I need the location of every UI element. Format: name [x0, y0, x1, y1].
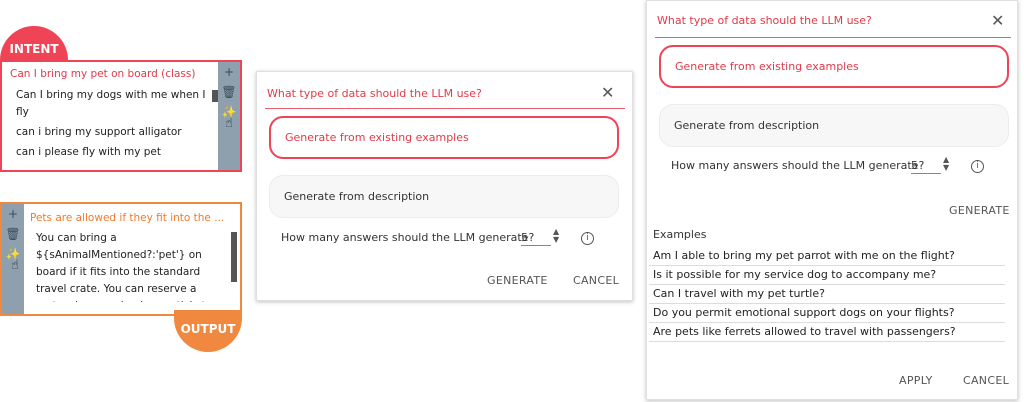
output-card: + 🗑 ✨ ☝ Pets are allowed if they fit int… [0, 202, 242, 316]
generate-button[interactable]: GENERATE [949, 204, 1010, 217]
info-icon[interactable]: i [581, 232, 594, 245]
intent-badge-label: INTENT [9, 42, 59, 56]
example-row[interactable]: Do you permit emotional support dogs on … [649, 304, 1005, 323]
count-label: How many answers should the LLM generate… [281, 231, 535, 244]
count-label: How many answers should the LLM generate… [671, 159, 925, 172]
intent-example[interactable]: can i bring my support alligator [16, 124, 206, 141]
trash-icon[interactable]: 🗑 [218, 82, 240, 102]
close-icon[interactable]: ✕ [601, 83, 614, 102]
option-existing-examples[interactable]: Generate from existing examples [659, 45, 1009, 88]
intent-example[interactable]: Can I bring my dogs with me when I fly [16, 87, 206, 121]
count-stepper[interactable]: ▲ ▼ [943, 156, 949, 172]
count-input[interactable]: 5 [911, 159, 941, 174]
apply-button[interactable]: APPLY [899, 374, 933, 387]
cancel-button[interactable]: CANCEL [573, 274, 619, 287]
option-existing-examples-label: Generate from existing examples [285, 131, 469, 144]
cursor-hand-icon: ☝ [225, 116, 233, 131]
option-existing-examples[interactable]: Generate from existing examples [269, 116, 619, 159]
output-badge-label: OUTPUT [180, 322, 236, 336]
llm-data-dialog: What type of data should the LLM use? ✕ … [256, 71, 633, 301]
dialog-title: What type of data should the LLM use? [657, 14, 872, 27]
title-divider [655, 37, 1011, 38]
llm-data-dialog-expanded: What type of data should the LLM use? ✕ … [646, 0, 1018, 400]
option-existing-examples-label: Generate from existing examples [675, 60, 859, 73]
count-input[interactable]: 5 [521, 231, 551, 246]
example-row[interactable]: Can I travel with my pet turtle? [649, 285, 1005, 304]
dialog-title: What type of data should the LLM use? [267, 87, 482, 100]
close-icon[interactable]: ✕ [991, 11, 1004, 30]
example-row[interactable]: Is it possible for my service dog to acc… [649, 266, 1005, 285]
output-badge: OUTPUT [174, 310, 242, 352]
title-divider [265, 108, 625, 109]
info-icon[interactable]: i [971, 160, 984, 173]
option-description[interactable]: Generate from description [659, 104, 1009, 147]
intent-examples-list: Can I bring my dogs with me when I fly c… [16, 87, 206, 164]
generate-button[interactable]: GENERATE [487, 274, 548, 287]
trash-icon[interactable]: 🗑 [2, 224, 24, 244]
output-text[interactable]: You can bring a ${sAnimalMentioned?:'pet… [36, 230, 221, 302]
cancel-button[interactable]: CANCEL [963, 374, 1009, 387]
plus-icon[interactable]: + [218, 62, 240, 82]
plus-icon[interactable]: + [2, 204, 24, 224]
count-stepper[interactable]: ▲ ▼ [553, 228, 559, 244]
option-description-label: Generate from description [284, 190, 430, 203]
output-title[interactable]: Pets are allowed if they fit into the ..… [30, 212, 224, 224]
output-scrollbar[interactable] [231, 232, 237, 282]
cursor-hand-icon: ☝ [11, 258, 19, 273]
intent-example[interactable]: can i please fly with my pet [16, 144, 206, 161]
intent-card: Can I bring my pet on board (class) Can … [0, 60, 242, 172]
example-row[interactable]: Are pets like ferrets allowed to travel … [649, 323, 1005, 342]
examples-list: Am I able to bring my pet parrot with me… [649, 247, 1005, 342]
option-description-label: Generate from description [674, 119, 820, 132]
examples-heading: Examples [653, 228, 707, 241]
example-row[interactable]: Am I able to bring my pet parrot with me… [649, 247, 1005, 266]
option-description[interactable]: Generate from description [269, 175, 619, 218]
intent-title[interactable]: Can I bring my pet on board (class) [10, 68, 195, 80]
